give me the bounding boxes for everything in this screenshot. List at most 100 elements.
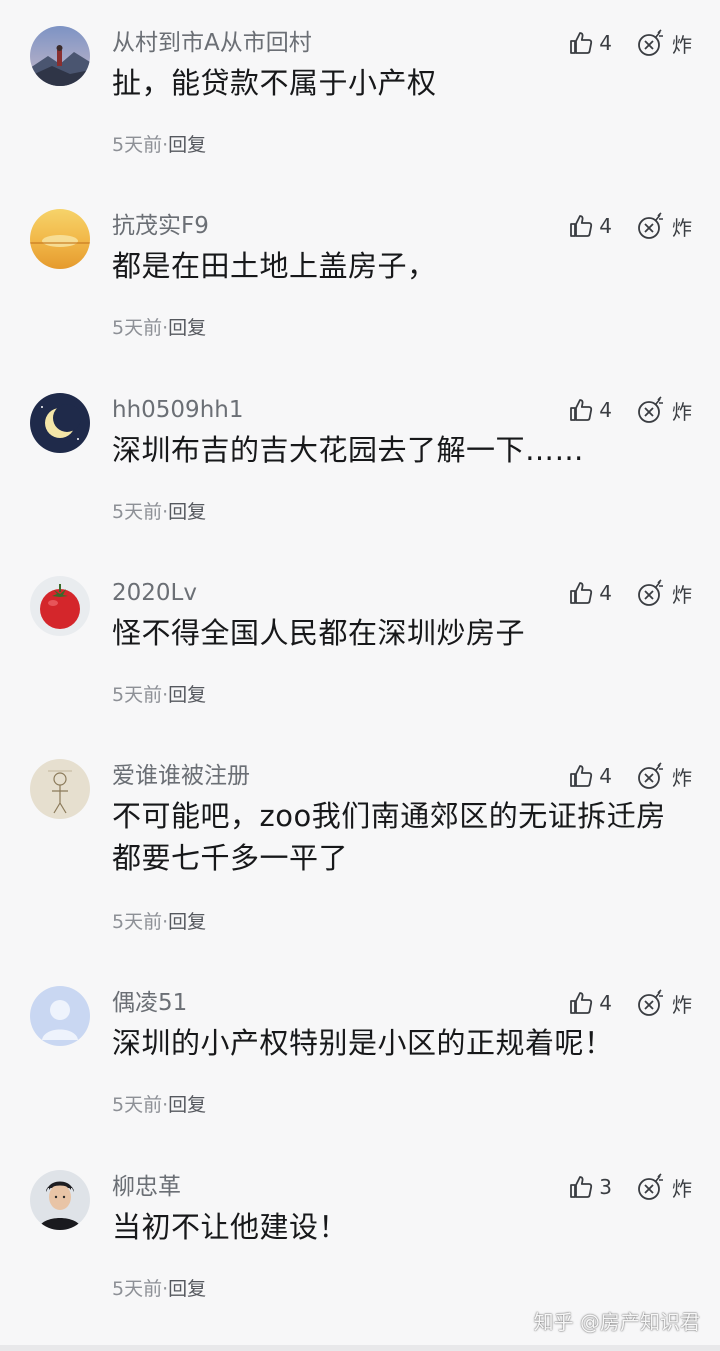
user-avatar[interactable] bbox=[30, 986, 90, 1046]
moon-avatar-icon bbox=[30, 393, 90, 453]
comment-time: 5天前 bbox=[112, 317, 163, 339]
username[interactable]: 2020Lv bbox=[112, 578, 197, 608]
like-button[interactable]: 4 bbox=[567, 579, 612, 607]
like-count: 4 bbox=[599, 398, 612, 422]
comment-time: 5天前 bbox=[112, 134, 163, 156]
comment-list-page: 从村到市A从市回村 4 炸 扯，能贷款不属于小产权 5天前·回复 抗茂实F9 4… bbox=[0, 0, 720, 1351]
reply-link[interactable]: 回复 bbox=[168, 501, 206, 523]
bomb-button[interactable]: 炸 bbox=[634, 210, 692, 242]
like-button[interactable]: 4 bbox=[567, 396, 612, 424]
username[interactable]: 偶凌51 bbox=[112, 988, 187, 1018]
comment-actions: 4 炸 bbox=[567, 26, 692, 60]
like-count: 4 bbox=[599, 581, 612, 605]
mountain-avatar-icon bbox=[30, 26, 90, 86]
like-count: 4 bbox=[599, 31, 612, 55]
reply-link[interactable]: 回复 bbox=[168, 317, 206, 339]
comment-actions: 4 炸 bbox=[567, 759, 692, 793]
bomb-icon bbox=[638, 1173, 663, 1200]
username[interactable]: 爱谁谁被注册 bbox=[112, 761, 250, 791]
comment-actions: 4 炸 bbox=[567, 986, 692, 1020]
bomb-icon bbox=[638, 29, 663, 56]
bomb-icon bbox=[638, 762, 663, 789]
comment-actions: 4 炸 bbox=[567, 209, 692, 243]
user-avatar[interactable] bbox=[30, 1170, 90, 1230]
comment-time: 5天前 bbox=[112, 684, 163, 706]
zhihu-watermark: 知乎 @房产知识君 bbox=[533, 1310, 700, 1334]
like-button[interactable]: 4 bbox=[567, 212, 612, 240]
like-button[interactable]: 4 bbox=[567, 989, 612, 1017]
bottom-divider bbox=[0, 1345, 720, 1351]
comment-text: 扯，能贷款不属于小产权 bbox=[112, 66, 437, 100]
comment-text: 都是在田土地上盖房子， bbox=[112, 249, 437, 283]
default-user-avatar-icon bbox=[30, 986, 90, 1046]
bomb-label: 炸 bbox=[672, 215, 692, 240]
thumbs-up-icon bbox=[570, 32, 593, 54]
comment-actions: 4 炸 bbox=[567, 393, 692, 427]
bomb-button[interactable]: 炸 bbox=[634, 27, 692, 59]
username[interactable]: 从村到市A从市回村 bbox=[112, 28, 312, 58]
bomb-label: 炸 bbox=[672, 32, 692, 57]
comment-time: 5天前 bbox=[112, 911, 163, 933]
comment-text: 不可能吧，zoo我们南通郊区的无证拆迁房都要七千多一平了 bbox=[112, 799, 666, 875]
comment-meta: 5天前·回复 bbox=[112, 315, 206, 341]
comment-time: 5天前 bbox=[112, 501, 163, 523]
like-count: 3 bbox=[599, 1175, 612, 1199]
bomb-label: 炸 bbox=[672, 1176, 692, 1201]
like-count: 4 bbox=[599, 991, 612, 1015]
user-avatar[interactable] bbox=[30, 759, 90, 819]
comment-meta: 5天前·回复 bbox=[112, 1276, 206, 1302]
comment-text: 深圳的小产权特别是小区的正规着呢！ bbox=[112, 1026, 614, 1060]
thumbs-up-icon bbox=[570, 215, 593, 237]
comment-meta: 5天前·回复 bbox=[112, 499, 206, 525]
user-avatar[interactable] bbox=[30, 26, 90, 86]
user-avatar[interactable] bbox=[30, 393, 90, 453]
bomb-icon bbox=[638, 989, 663, 1016]
bomb-button[interactable]: 炸 bbox=[634, 394, 692, 426]
comment-meta: 5天前·回复 bbox=[112, 1092, 206, 1118]
comment-time: 5天前 bbox=[112, 1278, 163, 1300]
bomb-icon bbox=[638, 396, 663, 423]
bomb-icon bbox=[638, 579, 663, 606]
comment-meta: 5天前·回复 bbox=[112, 132, 206, 158]
username[interactable]: hh0509hh1 bbox=[112, 395, 243, 425]
bomb-button[interactable]: 炸 bbox=[634, 577, 692, 609]
comment-meta: 5天前·回复 bbox=[112, 909, 206, 935]
like-button[interactable]: 4 bbox=[567, 762, 612, 790]
like-count: 4 bbox=[599, 214, 612, 238]
bomb-label: 炸 bbox=[672, 765, 692, 790]
bomb-label: 炸 bbox=[672, 399, 692, 424]
username[interactable]: 抗茂实F9 bbox=[112, 211, 209, 241]
comment-text: 当初不让他建设！ bbox=[112, 1210, 349, 1244]
bomb-icon bbox=[638, 212, 663, 239]
tomato-avatar-icon bbox=[30, 576, 90, 636]
reply-link[interactable]: 回复 bbox=[168, 134, 206, 156]
username[interactable]: 柳忠革 bbox=[112, 1172, 181, 1202]
thumbs-up-icon bbox=[570, 399, 593, 421]
comment-actions: 3 炸 bbox=[567, 1170, 692, 1204]
comment-text: 怪不得全国人民都在深圳炒房子 bbox=[112, 616, 526, 650]
portrait-avatar-icon bbox=[30, 1170, 90, 1230]
thumbs-up-icon bbox=[570, 582, 593, 604]
like-count: 4 bbox=[599, 764, 612, 788]
reply-link[interactable]: 回复 bbox=[168, 1094, 206, 1116]
bomb-button[interactable]: 炸 bbox=[634, 987, 692, 1019]
reply-link[interactable]: 回复 bbox=[168, 1278, 206, 1300]
comment-text: 深圳布吉的吉大花园去了解一下…… bbox=[112, 433, 585, 467]
thumbs-up-icon bbox=[570, 1176, 593, 1198]
reply-link[interactable]: 回复 bbox=[168, 911, 206, 933]
bomb-label: 炸 bbox=[672, 992, 692, 1017]
user-avatar[interactable] bbox=[30, 576, 90, 636]
user-avatar[interactable] bbox=[30, 209, 90, 269]
sunset-avatar-icon bbox=[30, 209, 90, 269]
comment-time: 5天前 bbox=[112, 1094, 163, 1116]
reply-link[interactable]: 回复 bbox=[168, 684, 206, 706]
thumbs-up-icon bbox=[570, 765, 593, 787]
comment-actions: 4 炸 bbox=[567, 576, 692, 610]
like-button[interactable]: 4 bbox=[567, 29, 612, 57]
bomb-button[interactable]: 炸 bbox=[634, 760, 692, 792]
bomb-button[interactable]: 炸 bbox=[634, 1171, 692, 1203]
like-button[interactable]: 3 bbox=[567, 1173, 612, 1201]
comment-meta: 5天前·回复 bbox=[112, 682, 206, 708]
sketch-avatar-icon bbox=[30, 759, 90, 819]
thumbs-up-icon bbox=[570, 992, 593, 1014]
